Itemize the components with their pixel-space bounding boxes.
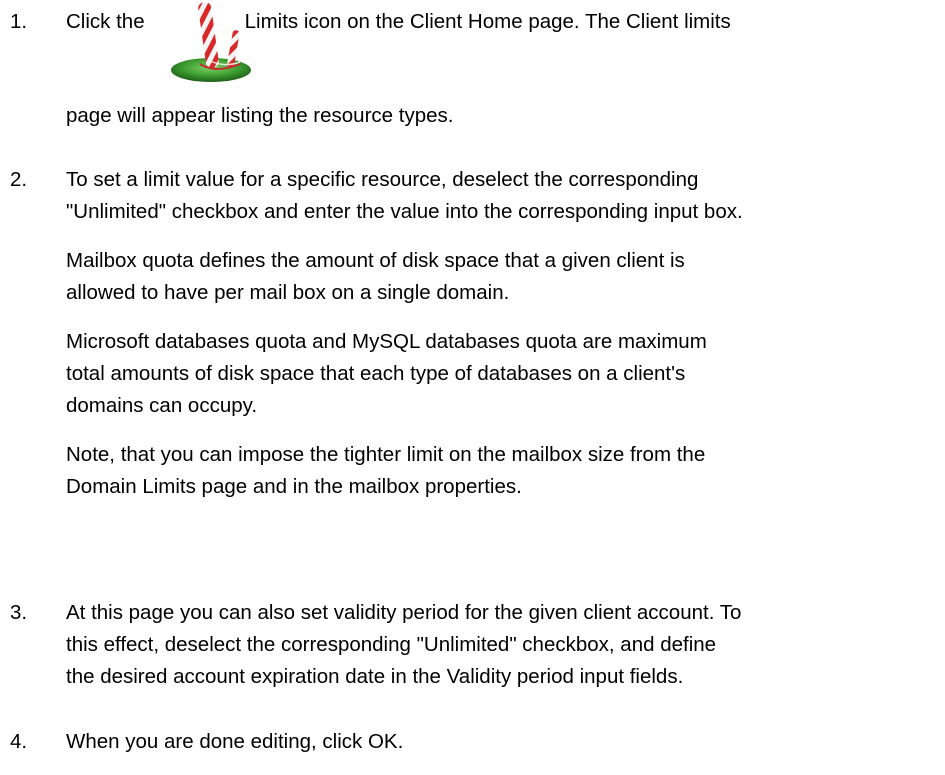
step-body: Click the Limits icon on the Client Home … <box>66 2 945 149</box>
step-text-line: this effect, deselect the corresponding … <box>66 633 717 656</box>
step-text-line: Note, that you can impose the tighter li… <box>66 443 706 466</box>
step-number: 1. <box>10 10 28 33</box>
step-text-line: Mailbox quota defines the amount of disk… <box>66 249 685 272</box>
step-text-line: To set a limit value for a specific reso… <box>66 168 699 191</box>
step-number: 4. <box>10 730 28 753</box>
step-text-line: Microsoft databases quota and MySQL data… <box>66 330 707 353</box>
step-text-line: When you are done editing, click OK. <box>66 730 404 753</box>
step-text-line: allowed to have per mail box on a single… <box>66 281 510 304</box>
step-text-line: At this page you can also set validity p… <box>66 601 742 624</box>
step-paragraph: At this page you can also set validity p… <box>66 597 945 693</box>
step-paragraph: To set a limit value for a specific reso… <box>66 164 945 228</box>
step-text-line: total amounts of disk space that each ty… <box>66 362 686 385</box>
step-text-line: "Unlimited" checkbox and enter the value… <box>66 200 743 223</box>
step-body: At this page you can also set validity p… <box>66 597 945 710</box>
limits-icon[interactable] <box>166 0 260 84</box>
step-paragraph: Microsoft databases quota and MySQL data… <box>66 326 945 422</box>
step-text-line: page will appear listing the resource ty… <box>66 104 454 127</box>
step-text-line: domains can occupy. <box>66 394 258 417</box>
step-paragraph: Note, that you can impose the tighter li… <box>66 439 945 503</box>
step-text-line: Click the <box>66 10 145 33</box>
step-number: 2. <box>10 168 28 191</box>
step-number: 3. <box>10 601 28 624</box>
step-paragraph: When you are done editing, click OK. <box>66 726 945 758</box>
step-text-line: Domain Limits page and in the mailbox pr… <box>66 475 522 498</box>
step-body: To set a limit value for a specific reso… <box>66 164 945 520</box>
step-text-line: the desired account expiration date in t… <box>66 665 684 688</box>
step-body: When you are done editing, click OK. <box>66 726 945 775</box>
step-paragraph: Mailbox quota defines the amount of disk… <box>66 245 945 309</box>
step-text-line: Limits icon on the Client Home page. The… <box>244 10 731 33</box>
